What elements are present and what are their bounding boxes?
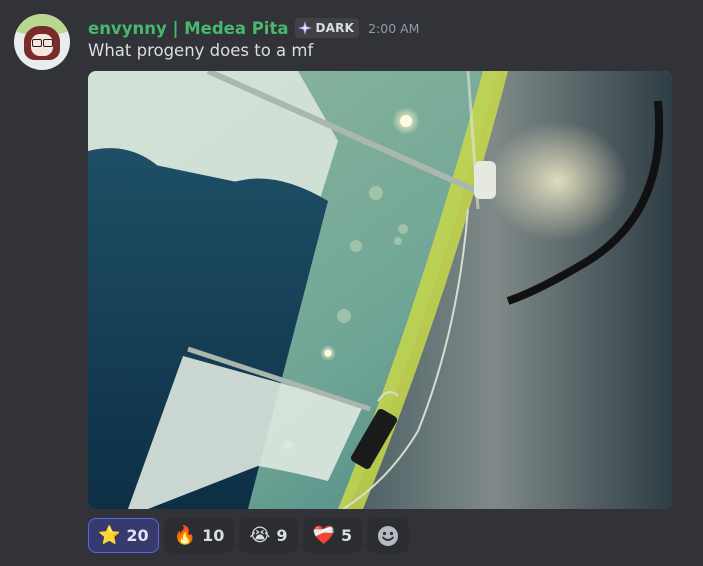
reaction-count: 10: [202, 526, 225, 545]
reaction-fire[interactable]: 🔥 10: [163, 518, 235, 553]
reaction-count: 20: [126, 526, 149, 545]
message-content: What progeny does to a mf: [88, 41, 314, 60]
username[interactable]: envynny | Medea Pita: [88, 19, 288, 38]
attachment-photo: [88, 71, 672, 509]
image-attachment[interactable]: [88, 71, 672, 509]
message-timestamp[interactable]: 2:00 AM: [368, 21, 419, 36]
role-badge-label: DARK: [315, 21, 355, 35]
avatar-decoration-leaf: [24, 68, 40, 70]
user-avatar[interactable]: [14, 14, 70, 70]
reactions-bar: ⭐ 20 🔥 10 😭 9 ❤️‍🩹 5: [88, 518, 410, 555]
role-badge[interactable]: DARK: [295, 18, 360, 38]
reaction-count: 5: [340, 526, 353, 545]
star-emoji-icon: ⭐: [98, 524, 121, 546]
fire-emoji-icon: 🔥: [173, 524, 197, 546]
add-reaction-smiley-icon: [378, 525, 399, 546]
sparkle-icon: [298, 21, 313, 35]
crying-face-emoji-icon: 😭: [249, 524, 271, 546]
reaction-count: 9: [276, 526, 288, 545]
mending-heart-emoji-icon: ❤️‍🩹: [312, 524, 335, 546]
message-header: envynny | Medea Pita DARK 2:00 AM: [88, 16, 419, 40]
add-reaction-button[interactable]: [367, 518, 410, 553]
avatar-glasses-left: [32, 39, 42, 47]
reaction-star[interactable]: ⭐ 20: [88, 518, 159, 553]
reaction-crying-face[interactable]: 😭 9: [239, 518, 298, 553]
avatar-glasses-right: [43, 39, 53, 47]
reaction-mending-heart[interactable]: ❤️‍🩹 5: [302, 518, 363, 553]
